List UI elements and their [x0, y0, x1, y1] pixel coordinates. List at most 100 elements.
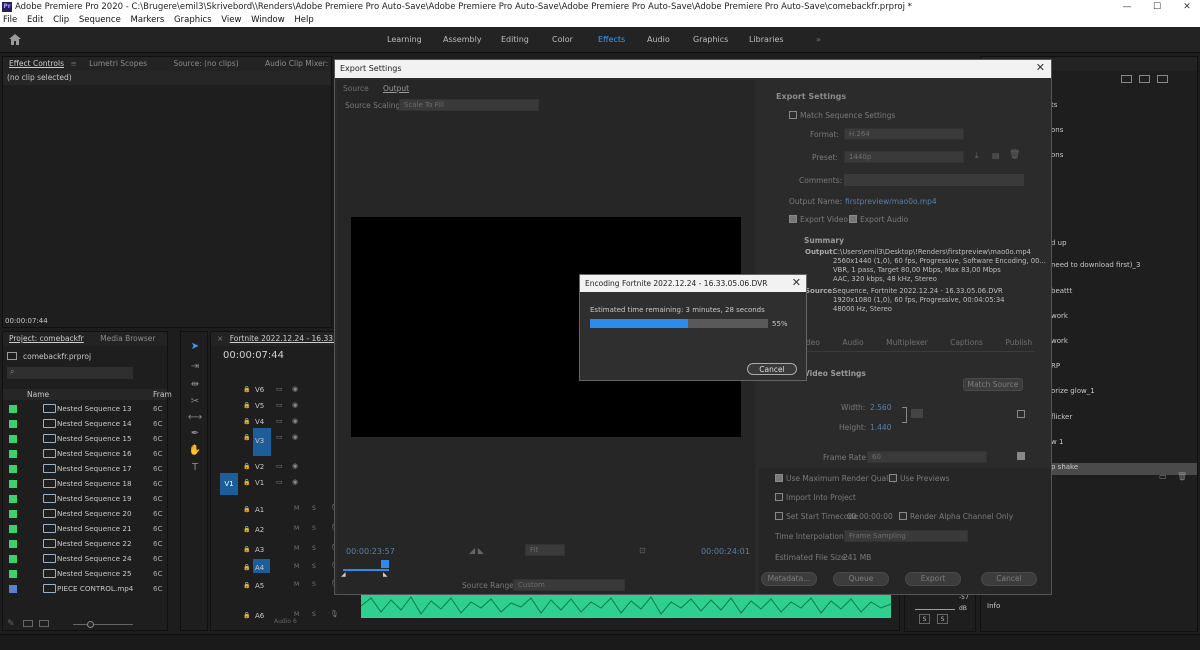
sync-lock-icon[interactable]: ▭ — [276, 478, 283, 486]
solo-button-right[interactable]: S — [937, 614, 948, 624]
project-list-item[interactable]: Nested Sequence 25 6C — [5, 566, 165, 581]
lock-icon[interactable]: 🔒 — [243, 434, 250, 441]
tab-publish[interactable]: Publish — [1005, 338, 1032, 347]
new-bin-icon[interactable]: ▭ — [1159, 472, 1167, 481]
project-list-item[interactable]: Nested Sequence 19 6C — [5, 491, 165, 506]
import-project-checkbox[interactable] — [775, 493, 783, 501]
yuv-effects-icon[interactable] — [1157, 75, 1168, 83]
eye-icon[interactable]: ◉ — [292, 417, 298, 425]
set-in-out-icon[interactable]: ◢ ◣ — [469, 546, 484, 555]
project-search-input[interactable]: ⌕ — [7, 367, 133, 379]
type-tool-icon[interactable]: T — [187, 462, 203, 476]
sync-lock-icon[interactable]: ▭ — [276, 433, 283, 441]
solo-button[interactable]: S — [312, 545, 316, 552]
workspace-assembly[interactable]: Assembly — [443, 35, 482, 44]
sync-lock-icon[interactable]: ▭ — [276, 417, 283, 425]
solo-button[interactable]: S — [312, 611, 316, 618]
tab-audio-settings[interactable]: Audio — [842, 338, 863, 347]
tab-project[interactable]: Project: comebackfr — [9, 334, 84, 343]
menu-window[interactable]: Window — [251, 14, 285, 27]
aspect-ratio-icon[interactable]: ⊡ — [639, 546, 646, 555]
solo-button[interactable]: S — [312, 525, 316, 532]
maximize-button[interactable]: ☐ — [1144, 0, 1170, 14]
lock-icon[interactable]: 🔒 — [243, 402, 250, 409]
minimize-button[interactable]: — — [1114, 0, 1140, 14]
menu-edit[interactable]: Edit — [27, 14, 43, 27]
project-list-item[interactable]: Nested Sequence 14 6C — [5, 416, 165, 431]
queue-button[interactable]: Queue — [833, 572, 889, 586]
metadata-button[interactable]: Metadata... — [761, 572, 817, 586]
project-list-item[interactable]: Nested Sequence 18 6C — [5, 476, 165, 491]
use-previews-checkbox[interactable] — [889, 474, 897, 482]
project-list-item[interactable]: Nested Sequence 15 6C — [5, 431, 165, 446]
sync-lock-icon[interactable]: ▭ — [276, 462, 283, 470]
pencil-icon[interactable]: ✎ — [7, 619, 15, 629]
menu-markers[interactable]: Markers — [131, 14, 165, 27]
max-render-quality-checkbox[interactable] — [775, 474, 783, 482]
mute-button[interactable]: M — [294, 581, 299, 588]
timeline-close-icon[interactable]: × — [217, 334, 223, 343]
mute-button[interactable]: M — [294, 505, 299, 512]
lock-icon[interactable]: 🔒 — [243, 546, 250, 553]
icon-view-icon[interactable] — [39, 620, 49, 627]
eye-icon[interactable]: ◉ — [292, 478, 298, 486]
workspace-libraries[interactable]: Libraries — [749, 35, 784, 44]
project-list-item[interactable]: Nested Sequence 21 6C — [5, 521, 165, 536]
out-point-icon[interactable]: ◣ — [383, 571, 388, 578]
tab-effect-controls[interactable]: Effect Controls — [9, 59, 64, 68]
in-timecode[interactable]: 00:00:23:57 — [346, 547, 395, 556]
track-select-tool-icon[interactable]: ⇥ — [187, 361, 203, 375]
menu-graphics[interactable]: Graphics — [174, 14, 212, 27]
solo-button[interactable]: S — [312, 581, 316, 588]
export-dialog-close-icon[interactable]: ✕ — [1036, 61, 1045, 74]
tab-multiplexer[interactable]: Multiplexer — [886, 338, 928, 347]
export-button[interactable]: Export — [905, 572, 961, 586]
frame-rate-checkbox[interactable] — [1017, 452, 1025, 460]
lock-icon[interactable]: 🔒 — [243, 526, 250, 533]
lock-icon[interactable]: 🔒 — [243, 479, 250, 486]
menu-file[interactable]: File — [3, 14, 17, 27]
lock-icon[interactable]: 🔒 — [243, 506, 250, 513]
format-dropdown[interactable]: H.264 — [844, 128, 964, 140]
sync-lock-icon[interactable]: ▭ — [276, 385, 283, 393]
output-name-link[interactable]: firstpreview/mao0o.mp4 — [845, 197, 937, 206]
time-interpolation-dropdown[interactable]: Frame Sampling — [844, 530, 968, 542]
workspace-graphics[interactable]: Graphics — [693, 35, 728, 44]
in-point-icon[interactable]: ◢ — [341, 571, 346, 578]
workspace-audio[interactable]: Audio — [647, 35, 670, 44]
ripple-edit-tool-icon[interactable]: ⇹ — [187, 379, 203, 393]
solo-button-left[interactable]: S — [919, 614, 930, 624]
tab-source-export[interactable]: Source — [343, 84, 369, 93]
info-tab[interactable]: Info — [987, 602, 1000, 610]
trash-icon[interactable]: 🗑 — [1177, 472, 1187, 481]
home-icon[interactable] — [9, 34, 21, 45]
render-alpha-checkbox[interactable] — [899, 512, 907, 520]
solo-button[interactable]: S — [312, 505, 316, 512]
audio-waveform-clip[interactable] — [360, 594, 892, 618]
export-audio-checkbox[interactable] — [849, 215, 857, 223]
match-source-button[interactable]: Match Source — [963, 378, 1023, 391]
out-timecode[interactable]: 00:00:24:01 — [701, 547, 750, 556]
cancel-export-button[interactable]: Cancel — [981, 572, 1037, 586]
source-range-dropdown[interactable]: Custom — [513, 579, 625, 591]
lock-icon[interactable]: 🔒 — [243, 463, 250, 470]
width-value[interactable]: 2.560 — [870, 403, 891, 412]
selection-tool-icon[interactable]: ➤ — [187, 341, 203, 355]
lock-icon[interactable]: 🔒 — [243, 386, 250, 393]
encoding-cancel-button[interactable]: Cancel — [747, 363, 797, 375]
mute-button[interactable]: M — [294, 611, 299, 618]
workspace-more-button[interactable]: » — [816, 35, 821, 44]
mute-button[interactable]: M — [294, 525, 299, 532]
tab-captions[interactable]: Captions — [950, 338, 983, 347]
hand-tool-icon[interactable]: ✋ — [187, 445, 203, 459]
menu-help[interactable]: Help — [294, 14, 313, 27]
export-video-checkbox[interactable] — [789, 215, 797, 223]
project-list-item[interactable]: Nested Sequence 17 6C — [5, 461, 165, 476]
comments-input[interactable] — [844, 174, 1024, 186]
microphone-icon[interactable]: 🎙 — [330, 610, 339, 618]
tab-audio-clip-mixer[interactable]: Audio Clip Mixer: Fortnite 2022.1 — [265, 59, 331, 68]
project-list-item[interactable]: Nested Sequence 16 6C — [5, 446, 165, 461]
eye-icon[interactable]: ◉ — [292, 433, 298, 441]
mute-button[interactable]: M — [294, 545, 299, 552]
delete-preset-icon[interactable]: 🗑 — [1009, 150, 1020, 160]
